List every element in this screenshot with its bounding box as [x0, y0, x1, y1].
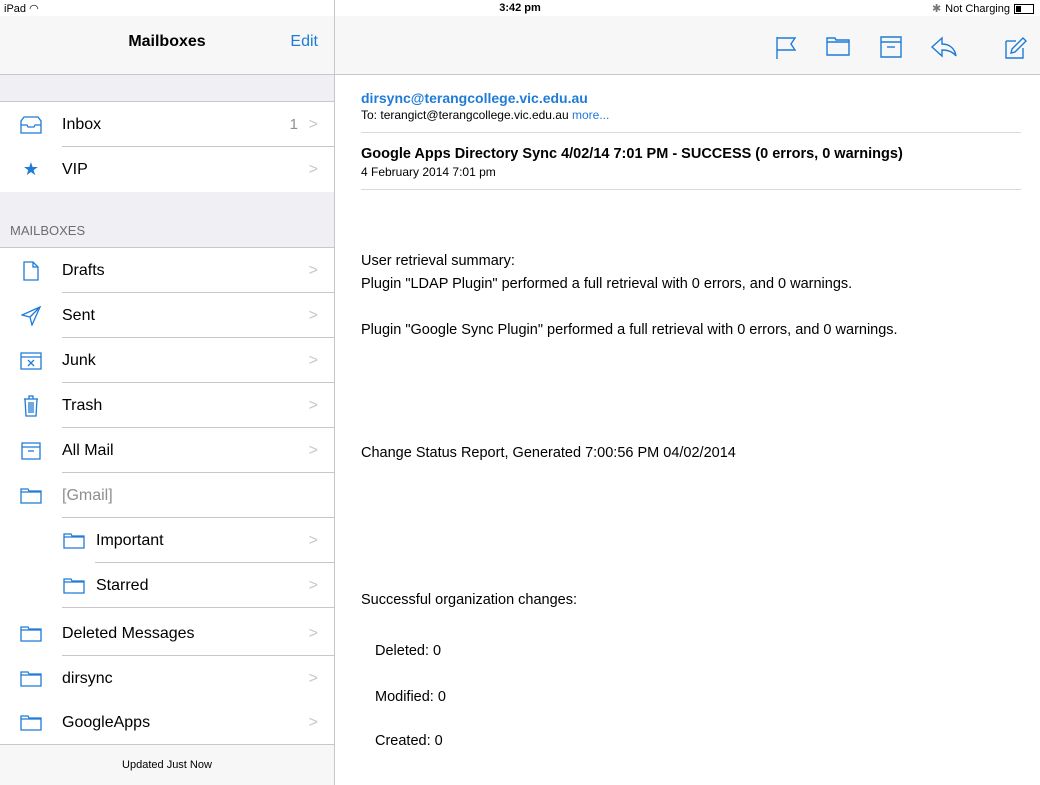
- sender-address[interactable]: dirsync@terangcollege.vic.edu.au: [361, 90, 1021, 106]
- to-label: To:: [361, 108, 378, 122]
- message-toolbar: [335, 16, 1040, 75]
- recipient-line: To: terangict@terangcollege.vic.edu.au m…: [361, 108, 1021, 122]
- mailbox-label: Drafts: [62, 261, 105, 279]
- header-divider: [361, 132, 1021, 133]
- section-header: MAILBOXES: [0, 192, 334, 248]
- mailbox-row-drafts[interactable]: Drafts >: [0, 248, 334, 293]
- star-icon: ★: [22, 159, 40, 179]
- sidebar-nav-bar: Mailboxes Edit: [0, 16, 334, 75]
- chevron-right-icon: >: [308, 351, 318, 369]
- document-icon: [19, 259, 43, 283]
- junk-icon: [19, 349, 43, 373]
- body-line: Plugin "LDAP Plugin" performed a full re…: [361, 276, 853, 292]
- sidebar-title: Mailboxes: [128, 33, 206, 50]
- chevron-right-icon: >: [308, 115, 318, 133]
- update-status: Updated Just Now: [122, 759, 212, 771]
- reply-icon[interactable]: [930, 36, 960, 60]
- divider: [62, 607, 334, 608]
- mailbox-label: All Mail: [62, 441, 114, 459]
- battery-icon: [1014, 3, 1034, 14]
- body-line-modified: Modified: 0: [375, 689, 446, 705]
- archive-icon: [19, 439, 43, 463]
- mailbox-label: Inbox: [62, 115, 102, 133]
- mailbox-row-vip[interactable]: ★ VIP >: [0, 147, 334, 192]
- mailbox-row-all-mail[interactable]: All Mail >: [0, 428, 334, 473]
- chevron-right-icon: >: [308, 306, 318, 324]
- body-line: Change Status Report, Generated 7:00:56 …: [361, 445, 736, 461]
- mailbox-row-sent[interactable]: Sent >: [0, 293, 334, 338]
- recipient-address[interactable]: terangict@terangcollege.vic.edu.au: [380, 108, 568, 122]
- chevron-right-icon: >: [308, 396, 318, 414]
- trash-icon: [19, 394, 43, 418]
- mailbox-label: dirsync: [62, 669, 113, 687]
- section-spacer: [0, 75, 334, 102]
- mailbox-row-starred[interactable]: Starred >: [0, 563, 334, 608]
- paper-plane-icon: [19, 304, 43, 328]
- unread-count: 1: [289, 116, 298, 133]
- inbox-icon: [19, 113, 43, 137]
- body-line-created: Created: 0: [375, 733, 443, 749]
- chevron-right-icon: >: [308, 576, 318, 594]
- mailbox-row-gmail[interactable]: [Gmail]: [0, 473, 334, 518]
- folder-icon: [19, 484, 43, 508]
- mailbox-label: [Gmail]: [62, 486, 113, 504]
- chevron-right-icon: >: [308, 441, 318, 459]
- mailbox-row-deleted-messages[interactable]: Deleted Messages >: [0, 611, 334, 656]
- status-right: ✱ Not Charging: [932, 2, 1034, 15]
- body-line: User retrieval summary:: [361, 253, 515, 269]
- mailbox-label: Deleted Messages: [62, 624, 195, 642]
- mailbox-row-trash[interactable]: Trash >: [0, 383, 334, 428]
- sidebar-footer: Updated Just Now: [0, 744, 334, 785]
- archive-icon[interactable]: [880, 36, 904, 60]
- section-header-label: MAILBOXES: [10, 223, 86, 238]
- header-divider: [361, 189, 1021, 190]
- chevron-right-icon: >: [308, 531, 318, 549]
- message-view: dirsync@terangcollege.vic.edu.au To: ter…: [361, 90, 1021, 749]
- chevron-right-icon: >: [308, 713, 318, 731]
- chevron-right-icon: >: [308, 669, 318, 687]
- body-line-deleted: Deleted: 0: [375, 643, 442, 659]
- mailbox-label: Important: [96, 531, 164, 549]
- folder-icon: [62, 574, 86, 598]
- mailbox-row-junk[interactable]: Junk >: [0, 338, 334, 383]
- mailbox-row-inbox[interactable]: Inbox 1 >: [0, 102, 334, 147]
- folder-icon: [19, 711, 43, 735]
- chevron-right-icon: >: [308, 624, 318, 642]
- folder-icon[interactable]: [826, 36, 850, 60]
- mailbox-row-important[interactable]: Important >: [0, 518, 334, 563]
- folder-icon: [19, 622, 43, 646]
- mailboxes-sidebar: Mailboxes Edit Inbox 1 > ★ VIP > MAILBOX…: [0, 0, 335, 785]
- message-date: 4 February 2014 7:01 pm: [361, 165, 496, 179]
- body-line: Successful organization changes:: [361, 592, 578, 608]
- chevron-right-icon: >: [308, 160, 318, 178]
- mailbox-label: Junk: [62, 351, 96, 369]
- body-line: Plugin "Google Sync Plugin" performed a …: [361, 322, 898, 338]
- mailbox-row-dirsync[interactable]: dirsync >: [0, 656, 334, 701]
- mailbox-label: VIP: [62, 160, 88, 178]
- compose-icon[interactable]: [1003, 36, 1027, 60]
- more-link[interactable]: more...: [572, 108, 609, 122]
- edit-button[interactable]: Edit: [290, 33, 318, 51]
- mailbox-label: GoogleApps: [62, 713, 151, 731]
- mailbox-label: Trash: [62, 396, 103, 414]
- folder-icon: [19, 667, 43, 691]
- chevron-right-icon: >: [308, 261, 318, 279]
- mailbox-label: Starred: [96, 576, 149, 594]
- charging-status: Not Charging: [945, 2, 1010, 15]
- message-subject: Google Apps Directory Sync 4/02/14 7:01 …: [361, 146, 903, 162]
- clock: 3:42 pm: [499, 2, 541, 14]
- mailbox-label: Sent: [62, 306, 95, 324]
- flag-icon[interactable]: [775, 36, 799, 60]
- mailbox-row-googleapps[interactable]: GoogleApps >: [0, 700, 334, 745]
- bluetooth-icon: ✱: [931, 3, 942, 15]
- status-bar: iPad ◠ 3:42 pm ✱ Not Charging: [0, 0, 1040, 16]
- folder-icon: [62, 529, 86, 553]
